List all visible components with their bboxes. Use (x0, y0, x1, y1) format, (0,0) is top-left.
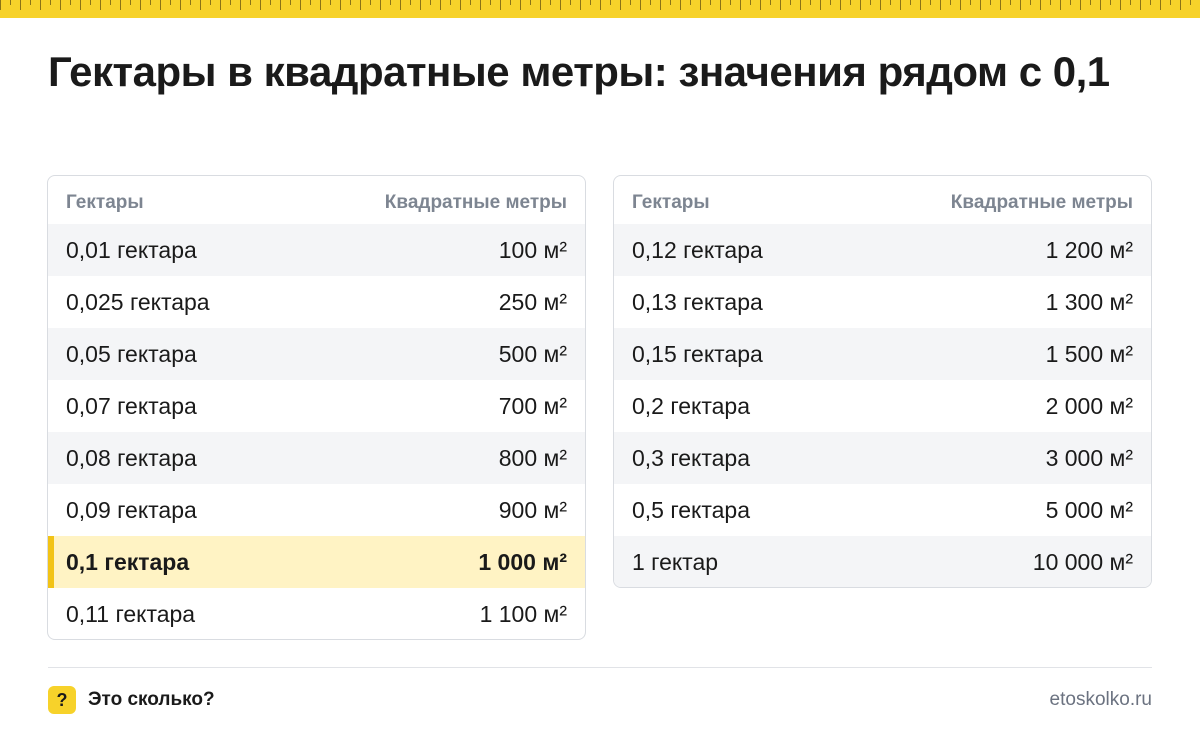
table-row: 0,11 гектара 1 100 м² (48, 588, 585, 639)
cell-hectares: 0,025 гектара (66, 288, 210, 315)
cell-hectares: 0,09 гектара (66, 496, 197, 523)
table-row: 0,2 гектара 2 000 м² (614, 380, 1151, 432)
cell-square-meters: 900 м² (498, 496, 567, 523)
cell-hectares: 0,2 гектара (632, 392, 751, 419)
footer-divider (48, 667, 1152, 668)
cell-square-meters: 100 м² (498, 236, 567, 263)
table-row: 0,025 гектара 250 м² (48, 276, 585, 328)
header-hectares: Гектары (632, 192, 710, 213)
cell-square-meters: 700 м² (498, 392, 567, 419)
cell-square-meters: 1 500 м² (1045, 340, 1133, 367)
cell-hectares: 0,13 гектара (632, 288, 763, 315)
cell-square-meters: 1 300 м² (1045, 288, 1133, 315)
table-row-highlighted: 0,1 гектара 1 000 м² (48, 536, 585, 588)
cell-hectares: 0,12 гектара (632, 236, 763, 263)
ruler-decoration (0, 0, 1200, 18)
cell-square-meters: 800 м² (498, 444, 567, 471)
table-row: 0,15 гектара 1 500 м² (614, 328, 1151, 380)
cell-hectares: 0,15 гектара (632, 340, 763, 367)
table-row: 0,01 гектара 100 м² (48, 224, 585, 276)
header-square-meters: Квадратные метры (950, 192, 1133, 213)
cell-square-meters: 500 м² (498, 340, 567, 367)
cell-square-meters: 250 м² (498, 288, 567, 315)
cell-square-meters: 2 000 м² (1045, 392, 1133, 419)
cell-square-meters: 5 000 м² (1045, 496, 1133, 523)
cell-square-meters: 1 200 м² (1045, 236, 1133, 263)
table-row: 0,09 гектара 900 м² (48, 484, 585, 536)
cell-hectares: 1 гектар (632, 548, 719, 575)
table-row: 0,07 гектара 700 м² (48, 380, 585, 432)
table-header: Гектары Квадратные метры (48, 176, 585, 224)
cell-square-meters: 3 000 м² (1045, 444, 1133, 471)
table-row: 0,08 гектара 800 м² (48, 432, 585, 484)
table-row: 0,12 гектара 1 200 м² (614, 224, 1151, 276)
cell-square-meters: 10 000 м² (1032, 548, 1133, 575)
cell-square-meters: 1 000 м² (478, 548, 567, 575)
cell-hectares: 0,05 гектара (66, 340, 197, 367)
table-row: 0,05 гектара 500 м² (48, 328, 585, 380)
brand-name: Это сколько? (88, 689, 215, 710)
header-hectares: Гектары (66, 192, 144, 213)
table-row: 1 гектар 10 000 м² (614, 536, 1151, 587)
cell-hectares: 0,08 гектара (66, 444, 197, 471)
cell-hectares: 0,01 гектара (66, 236, 197, 263)
cell-hectares: 0,07 гектара (66, 392, 197, 419)
table-row: 0,5 гектара 5 000 м² (614, 484, 1151, 536)
table-row: 0,3 гектара 3 000 м² (614, 432, 1151, 484)
conversion-table-left: Гектары Квадратные метры 0,01 гектара 100… (47, 175, 586, 640)
cell-square-meters: 1 100 м² (479, 600, 567, 627)
question-icon: ? (48, 686, 76, 714)
cell-hectares: 0,5 гектара (632, 496, 751, 523)
page-title: Гектары в квадратные метры: значения ряд… (48, 48, 1110, 95)
table-row: 0,13 гектара 1 300 м² (614, 276, 1151, 328)
table-header: Гектары Квадратные метры (614, 176, 1151, 224)
conversion-table-right: Гектары Квадратные метры 0,12 гектара 1 2… (613, 175, 1152, 588)
cell-hectares: 0,11 гектара (66, 600, 196, 627)
site-link[interactable]: etoskolko.ru (1050, 689, 1152, 711)
cell-hectares: 0,1 гектара (66, 548, 190, 575)
header-square-meters: Квадратные метры (384, 192, 567, 213)
cell-hectares: 0,3 гектара (632, 444, 751, 471)
